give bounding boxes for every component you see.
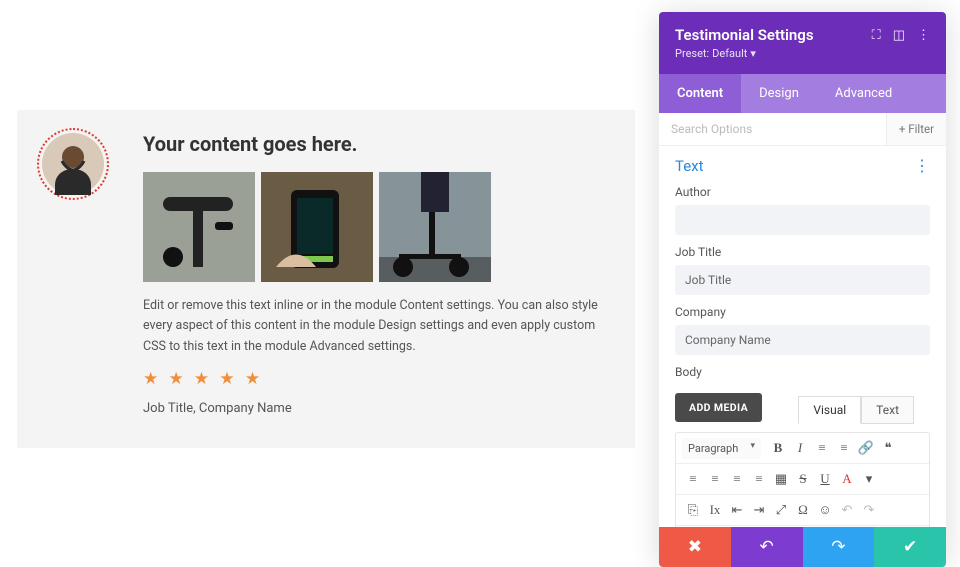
toolbar-toggle-icon[interactable]: ▦ (770, 468, 792, 490)
outdent-icon[interactable]: ⇤ (726, 499, 748, 521)
panel-footer: ✖ ↶ ↷ ✔ (659, 527, 946, 567)
preview-canvas: Your content goes here. Edit or remove t… (17, 110, 635, 448)
author-label: Author (675, 185, 930, 199)
company-label: Company (675, 305, 930, 319)
thumbnail-3[interactable] (379, 172, 491, 282)
thumbnail-2[interactable] (261, 172, 373, 282)
preset-selector[interactable]: Preset: Default ▾ (675, 47, 814, 60)
tab-design[interactable]: Design (741, 74, 817, 113)
panel-title: Testimonial Settings (675, 26, 814, 44)
panel-tabs: Content Design Advanced (659, 74, 946, 113)
jobtitle-input[interactable] (675, 265, 930, 295)
more-icon[interactable]: ⋮ (917, 28, 930, 43)
redo-button[interactable]: ↷ (803, 527, 875, 567)
settings-panel: Testimonial Settings Preset: Default ▾ ⛶… (659, 12, 946, 567)
editor-tab-text[interactable]: Text (861, 396, 914, 424)
save-button[interactable]: ✔ (874, 527, 946, 567)
align-left-icon[interactable]: ≡ (682, 468, 704, 490)
preview-meta[interactable]: Job Title, Company Name (143, 401, 607, 416)
align-right-icon[interactable]: ≡ (726, 468, 748, 490)
redo-icon[interactable]: ↷ (858, 499, 880, 521)
panel-header: Testimonial Settings Preset: Default ▾ ⛶… (659, 12, 946, 74)
body-label: Body (675, 365, 930, 379)
filter-button[interactable]: + Filter (886, 113, 946, 145)
strike-icon[interactable]: S (792, 468, 814, 490)
text-color-icon[interactable]: A (836, 468, 858, 490)
fullscreen-icon[interactable]: ⤢ (770, 499, 792, 521)
add-media-button[interactable]: ADD MEDIA (675, 393, 762, 422)
close-button[interactable]: ✖ (659, 527, 731, 567)
list-ol-icon[interactable]: ≡ (833, 437, 855, 459)
color-caret-icon[interactable]: ▾ (858, 468, 880, 490)
italic-icon[interactable]: I (789, 437, 811, 459)
tab-content[interactable]: Content (659, 74, 741, 113)
plus-icon: + (899, 122, 906, 136)
undo-button[interactable]: ↶ (731, 527, 803, 567)
underline-icon[interactable]: U (814, 468, 836, 490)
avatar[interactable] (37, 128, 109, 200)
author-input[interactable] (675, 205, 930, 235)
special-char-icon[interactable]: Ω (792, 499, 814, 521)
expand-icon[interactable]: ⛶ (872, 28, 881, 43)
list-ul-icon[interactable]: ≡ (811, 437, 833, 459)
bold-icon[interactable]: B (767, 437, 789, 459)
align-justify-icon[interactable]: ≡ (748, 468, 770, 490)
chevron-down-icon: ▾ (750, 47, 756, 60)
indent-icon[interactable]: ⇥ (748, 499, 770, 521)
thumbnail-row (143, 172, 607, 282)
paragraph-select[interactable]: Paragraph (682, 438, 761, 459)
star-rating: ★ ★ ★ ★ ★ (143, 369, 607, 389)
emoji-icon[interactable]: ☺ (814, 499, 836, 521)
section-menu-icon[interactable]: ⋮ (914, 156, 930, 175)
preview-description[interactable]: Edit or remove this text inline or in th… (143, 296, 607, 357)
editor-tab-visual[interactable]: Visual (798, 396, 861, 424)
align-center-icon[interactable]: ≡ (704, 468, 726, 490)
undo-icon[interactable]: ↶ (836, 499, 858, 521)
tab-advanced[interactable]: Advanced (817, 74, 910, 113)
section-title[interactable]: Text (675, 157, 704, 175)
clear-format-icon[interactable]: Ix (704, 499, 726, 521)
preview-heading[interactable]: Your content goes here. (143, 132, 607, 156)
thumbnail-1[interactable] (143, 172, 255, 282)
quote-icon[interactable]: ❝ (877, 437, 899, 459)
snap-icon[interactable]: ◫ (893, 28, 905, 43)
paste-icon[interactable]: ⎘ (682, 499, 704, 521)
search-input[interactable] (659, 113, 886, 145)
link-icon[interactable]: 🔗 (855, 437, 877, 459)
jobtitle-label: Job Title (675, 245, 930, 259)
company-input[interactable] (675, 325, 930, 355)
